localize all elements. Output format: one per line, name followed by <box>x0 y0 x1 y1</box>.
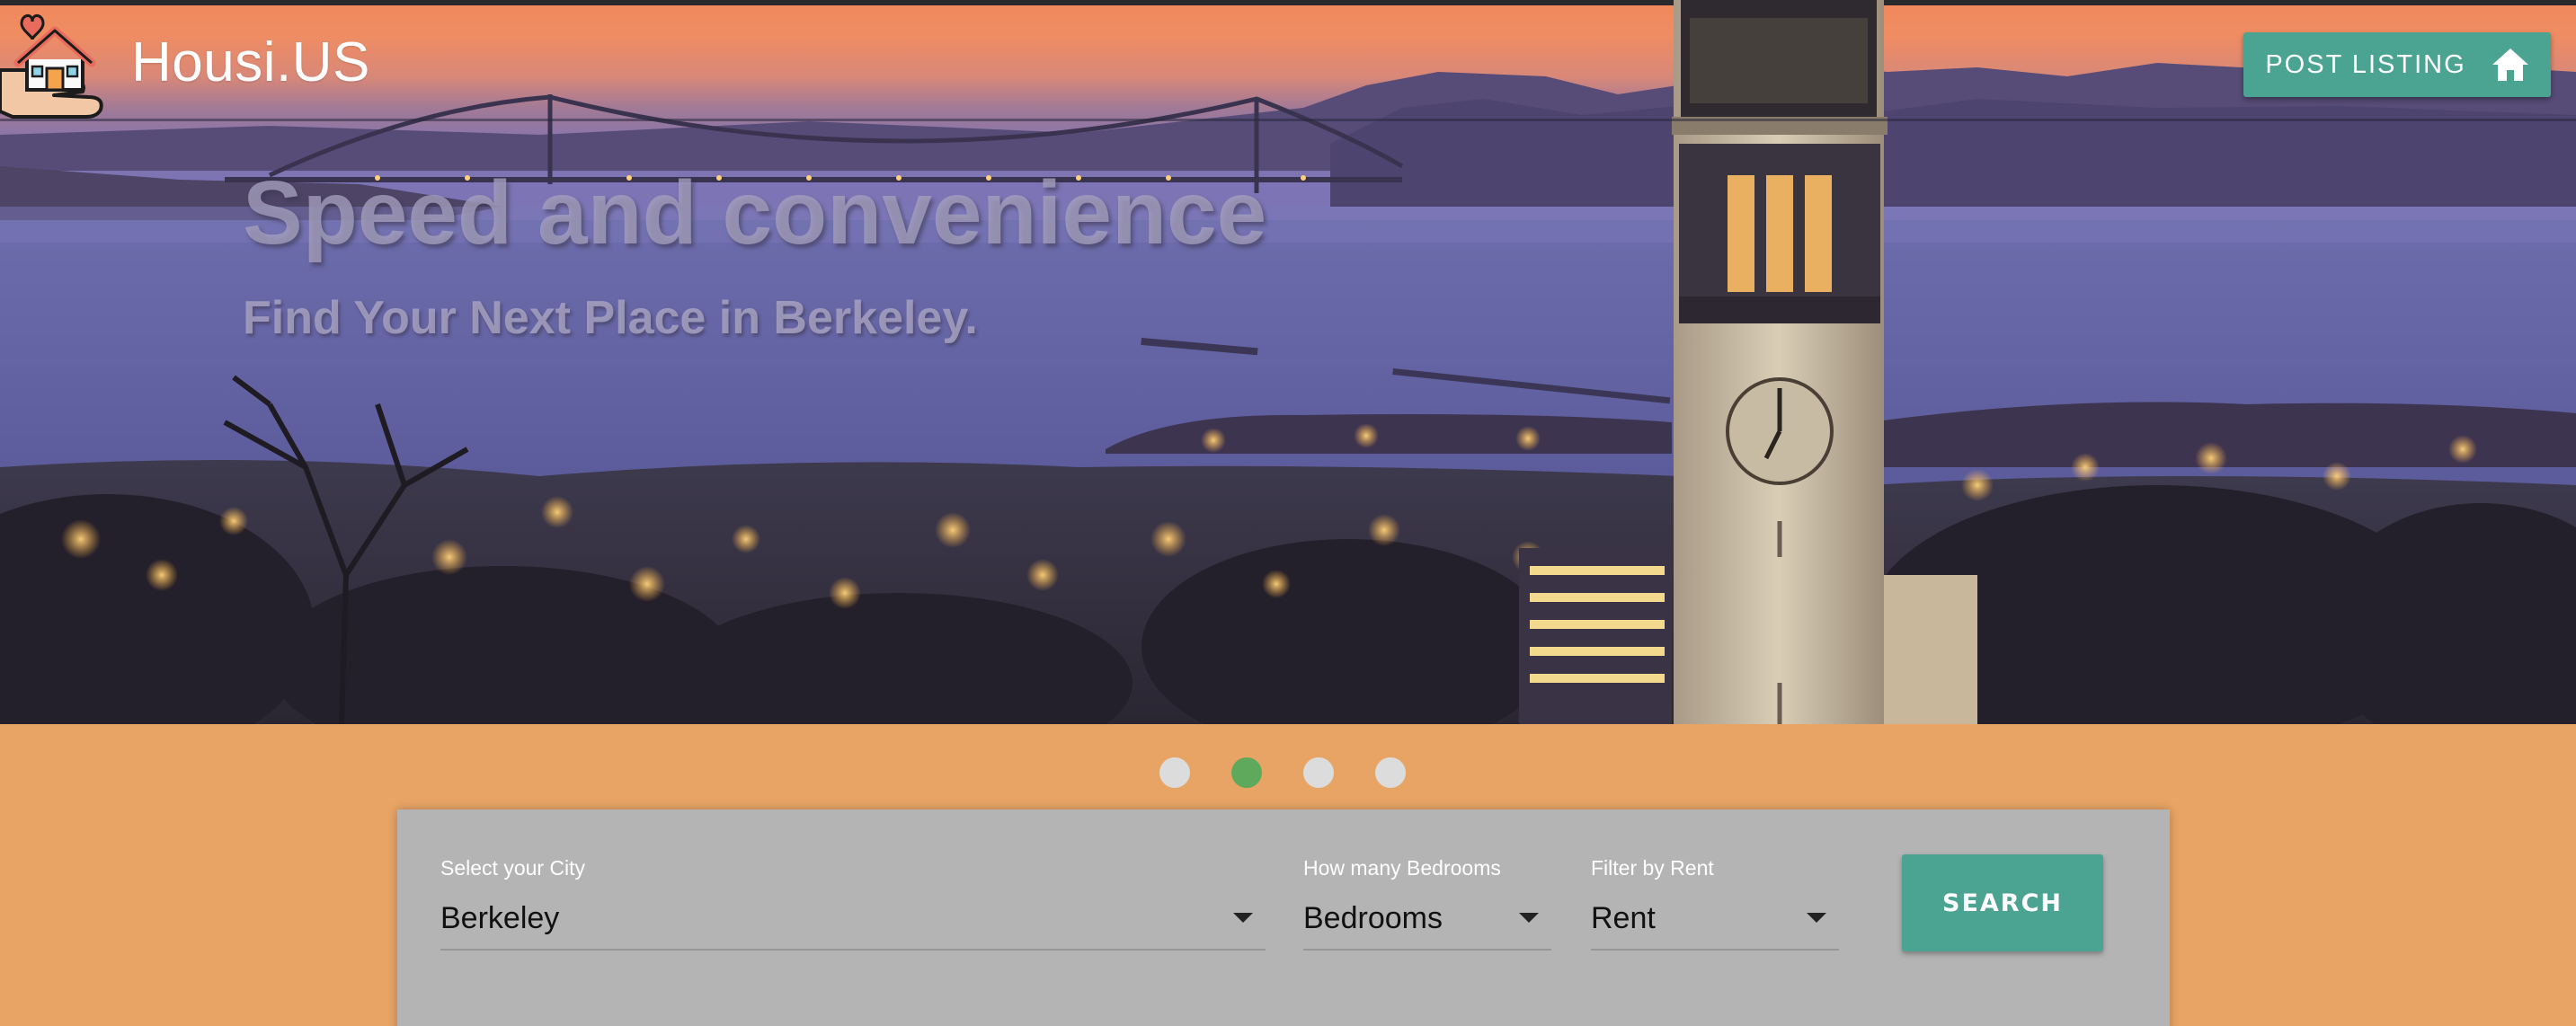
city-label: Select your City <box>440 856 586 880</box>
city-value: Berkeley <box>440 901 560 935</box>
brand[interactable]: Housi.US <box>0 5 370 119</box>
carousel-dot-2[interactable] <box>1231 757 1262 788</box>
bedrooms-value: Bedrooms <box>1303 901 1443 935</box>
home-icon <box>2492 49 2528 81</box>
search-panel: Select your City Berkeley How many Bedro… <box>397 809 2170 1026</box>
caret-down-icon <box>1807 913 1826 923</box>
post-listing-label: POST LISTING <box>2265 49 2466 79</box>
city-select[interactable]: Berkeley <box>440 900 1266 951</box>
carousel-dot-3[interactable] <box>1303 757 1334 788</box>
caret-down-icon <box>1233 913 1253 923</box>
post-listing-button[interactable]: POST LISTING <box>2243 32 2551 97</box>
bedrooms-field: How many Bedrooms Bedrooms <box>1303 856 1551 951</box>
berkeley-campanile-photo <box>0 0 2576 724</box>
brand-name: Housi.US <box>131 31 370 93</box>
rent-value: Rent <box>1591 901 1656 935</box>
caret-down-icon <box>1519 913 1539 923</box>
rent-label: Filter by Rent <box>1591 856 1714 880</box>
bedrooms-label: How many Bedrooms <box>1303 856 1501 880</box>
house-heart-hand-icon <box>0 14 103 119</box>
hero-subheadline: Find Your Next Place in Berkeley. <box>243 292 978 344</box>
header-divider <box>0 119 2576 121</box>
hero-banner: Housi.US POST LISTING Speed and convenie… <box>0 0 2576 724</box>
rent-field: Filter by Rent Rent <box>1591 856 1839 951</box>
city-field: Select your City Berkeley <box>440 856 1266 951</box>
rent-select[interactable]: Rent <box>1591 900 1839 951</box>
carousel-indicators <box>1159 757 1406 788</box>
bedrooms-select[interactable]: Bedrooms <box>1303 900 1551 951</box>
carousel-dot-4[interactable] <box>1375 757 1406 788</box>
search-button[interactable]: SEARCH <box>1902 854 2103 951</box>
carousel-dot-1[interactable] <box>1159 757 1190 788</box>
hero-headline: Speed and convenience <box>243 163 1267 263</box>
